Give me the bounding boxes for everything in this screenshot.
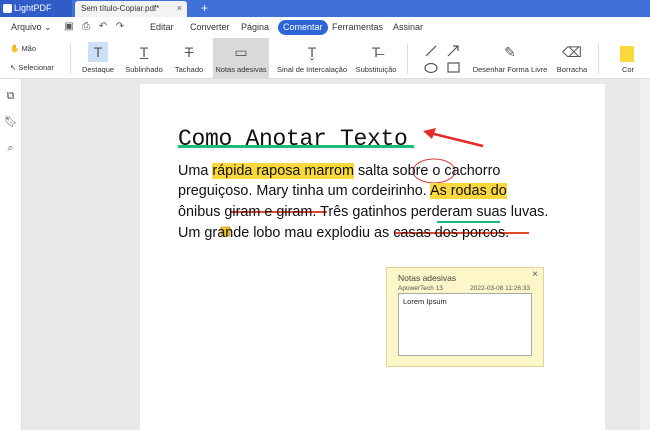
document-heading: Como Anotar Texto (178, 126, 408, 152)
paragraph-line-4: Um grande lobo mau explodiu as casas dos… (178, 223, 509, 243)
sticky-note-author: ApowerTech 13 (398, 285, 443, 292)
highlighted-text[interactable]: As rodas do (429, 183, 507, 199)
text-run: salta (353, 163, 393, 179)
text-run: . Três gatinhos (312, 204, 411, 220)
text-run: ônibus (178, 204, 225, 220)
text-run: preguiçoso. Mary tinha um cordeirinho. (178, 183, 430, 199)
text-run: Uma (178, 163, 213, 179)
close-icon[interactable]: × (532, 269, 538, 280)
text-run: nde lobo mau explodiu (225, 225, 375, 241)
sticky-note-date: 2022-03-08 11:26:33 (470, 285, 530, 292)
struck-text: giram e giram (224, 204, 313, 220)
paragraph-line-3: ônibus giram e giram. Três gatinhos perd… (178, 202, 548, 222)
struck-text: as casas dos porcos (374, 225, 506, 241)
text-run: o cachorro (428, 163, 501, 179)
sticky-note-popup[interactable]: Notas adesivas × ApowerTech 13 2022-03-0… (386, 267, 544, 367)
text-run: . (505, 225, 510, 241)
sticky-note-title: Notas adesivas (398, 273, 457, 283)
text-run: suas luvas. (472, 204, 549, 220)
sticky-note-textarea[interactable]: Lorem Ipsum (398, 293, 532, 356)
circled-text: sobre (392, 163, 429, 179)
text-run: a (217, 225, 226, 241)
underlined-text: perderam (410, 204, 473, 220)
highlighted-text[interactable]: rápida raposa marrom (212, 163, 354, 179)
paragraph-line-2: preguiçoso. Mary tinha um cordeirinho. A… (178, 181, 507, 201)
arrow-annotation[interactable] (429, 131, 484, 148)
paragraph-line-1: Uma rápida raposa marrom salta sobre o c… (178, 161, 500, 181)
text-run: Um gr (178, 225, 218, 241)
